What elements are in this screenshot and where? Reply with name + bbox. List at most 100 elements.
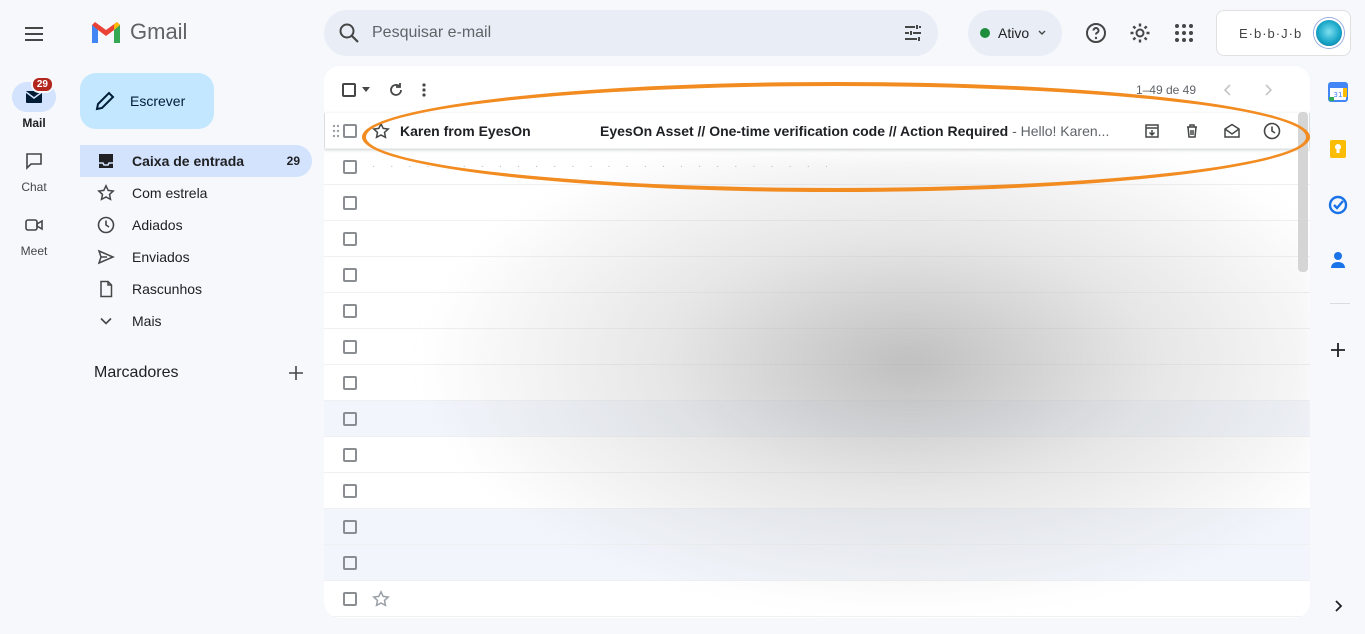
- left-rail: 29 Mail Chat Meet: [0, 0, 68, 634]
- list-item[interactable]: [324, 221, 1310, 257]
- email-row[interactable]: Karen from EyesOn EyesOn Asset // One-ti…: [324, 113, 1310, 149]
- row-checkbox[interactable]: [343, 304, 357, 318]
- video-camera-icon: [25, 219, 43, 231]
- sidebar-item-label: Enviados: [132, 249, 190, 265]
- drag-handle-icon[interactable]: [332, 124, 340, 138]
- contacts-icon[interactable]: [1328, 250, 1348, 270]
- row-checkbox[interactable]: [343, 448, 357, 462]
- sidebar-item-label: Rascunhos: [132, 281, 203, 297]
- keep-icon[interactable]: [1328, 139, 1348, 159]
- star-icon: [96, 183, 116, 203]
- row-checkbox[interactable]: [343, 484, 357, 498]
- list-item[interactable]: [324, 185, 1310, 221]
- row-checkbox[interactable]: [343, 124, 357, 138]
- row-checkbox[interactable]: [343, 160, 357, 174]
- gmail-wordmark: Gmail: [130, 19, 188, 44]
- row-checkbox[interactable]: [343, 268, 357, 282]
- list-item[interactable]: [324, 257, 1310, 293]
- obscured-text: · · · · · · · · · · · · · · · · · · · · …: [372, 161, 835, 172]
- main-menu-icon[interactable]: [22, 22, 46, 46]
- rail-meet-label: Meet: [20, 244, 48, 258]
- gmail-m-icon: [92, 22, 120, 43]
- list-item[interactable]: [324, 437, 1310, 473]
- compose-label: Escrever: [130, 93, 186, 109]
- row-checkbox[interactable]: [343, 232, 357, 246]
- inbox-count: 29: [286, 154, 300, 168]
- sidebar-item-drafts[interactable]: Rascunhos: [80, 273, 312, 305]
- more-vert-icon[interactable]: [422, 83, 426, 97]
- chevron-down-icon: [1038, 30, 1046, 35]
- add-label-icon[interactable]: [288, 365, 304, 381]
- rail-chat[interactable]: Chat: [0, 146, 68, 194]
- sidebar-item-sent[interactable]: Enviados: [80, 241, 312, 273]
- row-checkbox[interactable]: [343, 556, 357, 570]
- tasks-icon[interactable]: [1328, 195, 1348, 215]
- email-list-panel: 1–49 de 49 Karen from EyesOn EyesOn Asse…: [324, 66, 1310, 618]
- pencil-icon: [95, 91, 115, 111]
- search-input[interactable]: [372, 24, 902, 42]
- account-name: E·b·b·J·b: [1239, 25, 1303, 41]
- list-item[interactable]: [324, 581, 1310, 617]
- inbox-icon: [96, 151, 116, 171]
- chat-icon: [26, 153, 42, 170]
- draft-icon: [96, 279, 116, 299]
- sidebar-item-snoozed[interactable]: Adiados: [80, 209, 312, 241]
- search-options-icon[interactable]: [902, 22, 924, 44]
- row-checkbox[interactable]: [343, 520, 357, 534]
- refresh-icon[interactable]: [388, 82, 404, 98]
- labels-heading: Marcadores: [94, 364, 179, 381]
- status-selector[interactable]: Ativo: [968, 10, 1062, 56]
- row-actions: [1142, 121, 1282, 141]
- clock-icon: [96, 215, 116, 235]
- status-label: Ativo: [998, 25, 1030, 41]
- calendar-icon[interactable]: 31: [1328, 82, 1348, 102]
- add-addon-icon[interactable]: [1328, 340, 1348, 360]
- star-icon[interactable]: [372, 590, 390, 608]
- list-item[interactable]: [324, 473, 1310, 509]
- scrollbar[interactable]: [1298, 112, 1308, 272]
- sidebar-item-inbox[interactable]: Caixa de entrada 29: [80, 145, 312, 177]
- status-dot: [980, 28, 990, 38]
- compose-button[interactable]: Escrever: [80, 73, 214, 129]
- send-icon: [96, 247, 116, 267]
- sidebar-item-more[interactable]: Mais: [80, 305, 312, 337]
- list-item[interactable]: [324, 509, 1310, 545]
- chevron-right-icon[interactable]: [1328, 596, 1348, 616]
- rail-mail[interactable]: 29 Mail: [0, 76, 68, 130]
- select-all-checkbox[interactable]: [342, 83, 370, 97]
- list-item[interactable]: [324, 365, 1310, 401]
- side-divider: [1330, 303, 1350, 304]
- labels-section: Marcadores: [94, 364, 304, 382]
- gear-icon[interactable]: [1128, 21, 1152, 45]
- row-checkbox[interactable]: [343, 412, 357, 426]
- row-checkbox[interactable]: [343, 592, 357, 606]
- sidebar-item-label: Adiados: [132, 217, 183, 233]
- row-checkbox[interactable]: [343, 376, 357, 390]
- archive-icon[interactable]: [1142, 121, 1162, 141]
- side-panel: 31: [1318, 0, 1365, 634]
- chevron-right-icon[interactable]: [1258, 80, 1278, 100]
- apps-grid-icon[interactable]: [1172, 21, 1196, 45]
- rail-meet[interactable]: Meet: [0, 210, 68, 258]
- star-icon[interactable]: [372, 122, 390, 140]
- row-checkbox[interactable]: [343, 340, 357, 354]
- search-icon[interactable]: [338, 22, 360, 44]
- mark-read-icon[interactable]: [1222, 121, 1242, 141]
- list-item[interactable]: [324, 293, 1310, 329]
- email-subject: EyesOn Asset // One-time verification co…: [600, 123, 1009, 139]
- list-item[interactable]: [324, 545, 1310, 581]
- list-item[interactable]: [324, 329, 1310, 365]
- trash-icon[interactable]: [1182, 121, 1202, 141]
- list-item[interactable]: [324, 401, 1310, 437]
- sidebar-item-starred[interactable]: Com estrela: [80, 177, 312, 209]
- email-snippet: - Hello! Karen...: [1008, 123, 1110, 139]
- list-item[interactable]: · · · · · · · · · · · · · · · · · · · · …: [324, 149, 1310, 185]
- email-subject-line: EyesOn Asset // One-time verification co…: [600, 123, 1116, 139]
- rail-chat-label: Chat: [21, 180, 47, 194]
- chevron-left-icon[interactable]: [1218, 80, 1238, 100]
- snooze-icon[interactable]: [1262, 121, 1282, 141]
- row-checkbox[interactable]: [343, 196, 357, 210]
- sidebar-item-label: Caixa de entrada: [132, 153, 245, 169]
- gmail-logo[interactable]: Gmail: [90, 19, 187, 45]
- help-icon[interactable]: [1084, 21, 1108, 45]
